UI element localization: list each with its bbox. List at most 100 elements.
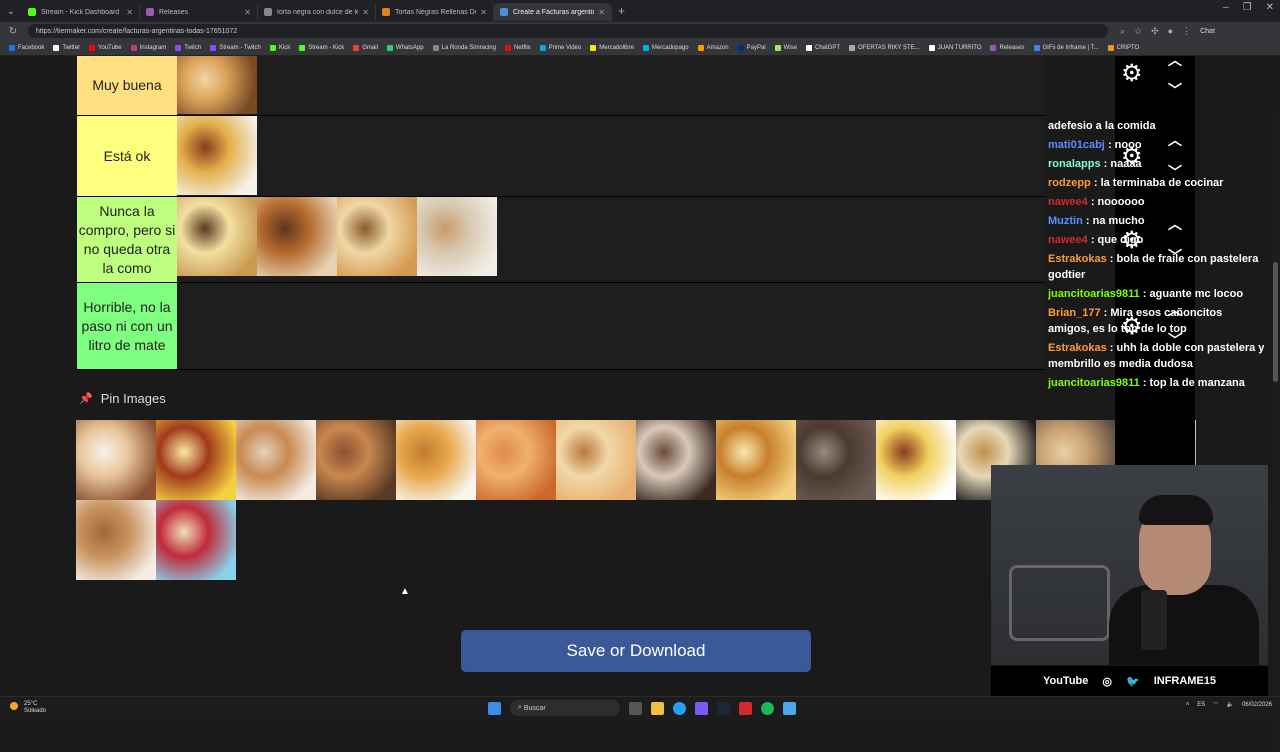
bookmark-item[interactable]: Releases: [990, 44, 1025, 51]
bookmark-item[interactable]: OFERTAS RIKY STE...: [849, 44, 920, 51]
url-field[interactable]: https://tiermaker.com/create/facturas-ar…: [28, 24, 1108, 38]
close-window-icon[interactable]: ✕: [1266, 2, 1274, 13]
weather-widget[interactable]: 25°C Soleado: [10, 701, 46, 715]
browser-tab[interactable]: Tortas Negras Rellenas De Dulce D ✕: [376, 3, 494, 21]
extensions-icon[interactable]: ✣: [1151, 26, 1159, 37]
bookmark-item[interactable]: Amazon: [697, 44, 729, 51]
bookmark-item[interactable]: JUAN TURRITO: [928, 44, 981, 51]
tier-image[interactable]: [876, 420, 956, 500]
chat-message: juancitoarias9811 : aguante mc locoo: [1048, 286, 1266, 302]
profile-icon[interactable]: ●: [1168, 26, 1173, 36]
steam-icon[interactable]: [717, 701, 730, 715]
tier-image[interactable]: [796, 420, 876, 500]
tab-close-icon[interactable]: ✕: [480, 8, 487, 17]
bookmark-item[interactable]: Wise: [774, 44, 797, 51]
bookmark-item[interactable]: ChatGPT: [806, 44, 840, 51]
edge-icon[interactable]: [673, 701, 686, 715]
taskbar-search[interactable]: ⌕ Buscar: [510, 700, 620, 716]
chat-username: rodzepp: [1048, 177, 1091, 189]
tier-items[interactable]: [177, 56, 257, 115]
save-or-download-button[interactable]: Save or Download: [461, 630, 811, 672]
tab-close-icon[interactable]: ✕: [598, 8, 605, 17]
tier-image[interactable]: [636, 420, 716, 500]
wifi-icon[interactable]: ◠: [1213, 701, 1218, 708]
bookmark-item[interactable]: Stream - Kick: [299, 44, 344, 51]
bookmark-star-icon[interactable]: ☆: [1134, 26, 1142, 37]
maximize-icon[interactable]: ❐: [1243, 2, 1252, 13]
tier-image[interactable]: [156, 500, 236, 580]
minimize-icon[interactable]: –: [1223, 2, 1229, 13]
browser-tab[interactable]: Create a Facturas argentinas (TOD ✕: [494, 3, 612, 21]
chat-username: mati01cabj: [1048, 139, 1105, 151]
bookmark-item[interactable]: Gmail: [353, 44, 378, 51]
tier-image[interactable]: [337, 197, 417, 276]
bookmark-favicon-icon: [53, 44, 60, 51]
tier-image[interactable]: [76, 500, 156, 580]
bookmark-item[interactable]: Twitter: [53, 44, 80, 51]
tier-image[interactable]: [716, 420, 796, 500]
tier-image[interactable]: [156, 420, 236, 500]
bookmark-item[interactable]: YouTube: [89, 44, 122, 51]
tier-image[interactable]: [316, 420, 396, 500]
tier-image[interactable]: [177, 56, 257, 114]
bookmark-item[interactable]: Stream - Twitch: [210, 44, 261, 51]
tier-image[interactable]: [257, 197, 337, 276]
scrollbar-thumb[interactable]: [1273, 262, 1278, 382]
tray-chevron-icon[interactable]: ˄: [1186, 702, 1190, 708]
reload-icon[interactable]: ↻: [6, 26, 20, 37]
chat-button[interactable]: Chat: [1200, 28, 1215, 35]
tier-image[interactable]: [236, 420, 316, 500]
new-tab-button[interactable]: +: [618, 4, 625, 18]
tier-image[interactable]: [76, 420, 156, 500]
tier-items[interactable]: [177, 116, 257, 196]
browser-tab[interactable]: torta negra con dulce de leche - B ✕: [258, 3, 376, 21]
tier-label[interactable]: Está ok: [77, 116, 177, 196]
bookmark-item[interactable]: GIFs de Inframe | T...: [1033, 44, 1099, 51]
bookmark-item[interactable]: WhatsApp: [386, 44, 424, 51]
bookmark-item[interactable]: Twitch: [175, 44, 201, 51]
tier-row: Horrible, no la paso ni con un litro de …: [77, 283, 1045, 370]
tier-image[interactable]: [177, 116, 257, 195]
tab-close-icon[interactable]: ✕: [126, 8, 133, 17]
clock-date[interactable]: 06/02/2026: [1242, 702, 1272, 708]
tier-image[interactable]: [476, 420, 556, 500]
windows-start-icon[interactable]: [488, 701, 501, 715]
volume-icon[interactable]: 🔈: [1226, 701, 1233, 708]
discord-icon[interactable]: [695, 701, 708, 715]
task-view-icon[interactable]: [629, 701, 642, 715]
bookmark-item[interactable]: Mercadopago: [642, 44, 689, 51]
bookmark-item[interactable]: Prime Video: [539, 44, 581, 51]
spotify-icon[interactable]: [761, 701, 774, 715]
tab-search-icon[interactable]: ⌄: [0, 0, 22, 22]
bookmark-item[interactable]: Facebook: [9, 44, 44, 51]
bookmark-item[interactable]: Kick: [269, 44, 290, 51]
menu-icon[interactable]: ⋮: [1182, 26, 1191, 37]
file-explorer-icon[interactable]: [651, 701, 664, 715]
tab-close-icon[interactable]: ✕: [244, 8, 251, 17]
tier-image[interactable]: [417, 197, 497, 276]
bookmark-label: Instagram: [139, 44, 167, 51]
tier-image[interactable]: [556, 420, 636, 500]
tier-image[interactable]: [177, 197, 257, 276]
bookmark-item[interactable]: La Ronda Simracing: [432, 44, 496, 51]
tier-label[interactable]: Muy buena: [77, 56, 177, 115]
tier-items[interactable]: [177, 197, 497, 282]
bookmark-item[interactable]: Netflix: [504, 44, 531, 51]
chat-message: ronalapps : naaaa: [1048, 156, 1266, 172]
tier-image[interactable]: [396, 420, 476, 500]
browser-tab[interactable]: Releases ✕: [140, 3, 258, 21]
notepad-icon[interactable]: [783, 701, 796, 715]
language-indicator[interactable]: ES: [1197, 702, 1205, 708]
tab-close-icon[interactable]: ✕: [362, 8, 369, 17]
browser-tab[interactable]: Stream - Kick Dashboard ✕: [22, 3, 140, 21]
bookmark-item[interactable]: CRIPTO: [1107, 44, 1139, 51]
zoom-icon[interactable]: ⌕: [1120, 26, 1125, 37]
app-icon[interactable]: [739, 701, 752, 715]
bookmark-item[interactable]: PayPal: [737, 44, 766, 51]
page-scrollbar[interactable]: [1272, 112, 1280, 752]
tier-label[interactable]: Nunca la compro, pero si no queda otra l…: [77, 197, 177, 282]
tier-label[interactable]: Horrible, no la paso ni con un litro de …: [77, 283, 177, 369]
bookmark-label: WhatsApp: [395, 44, 424, 51]
bookmark-item[interactable]: Mercadolibre: [590, 44, 634, 51]
bookmark-item[interactable]: Instagram: [130, 44, 167, 51]
